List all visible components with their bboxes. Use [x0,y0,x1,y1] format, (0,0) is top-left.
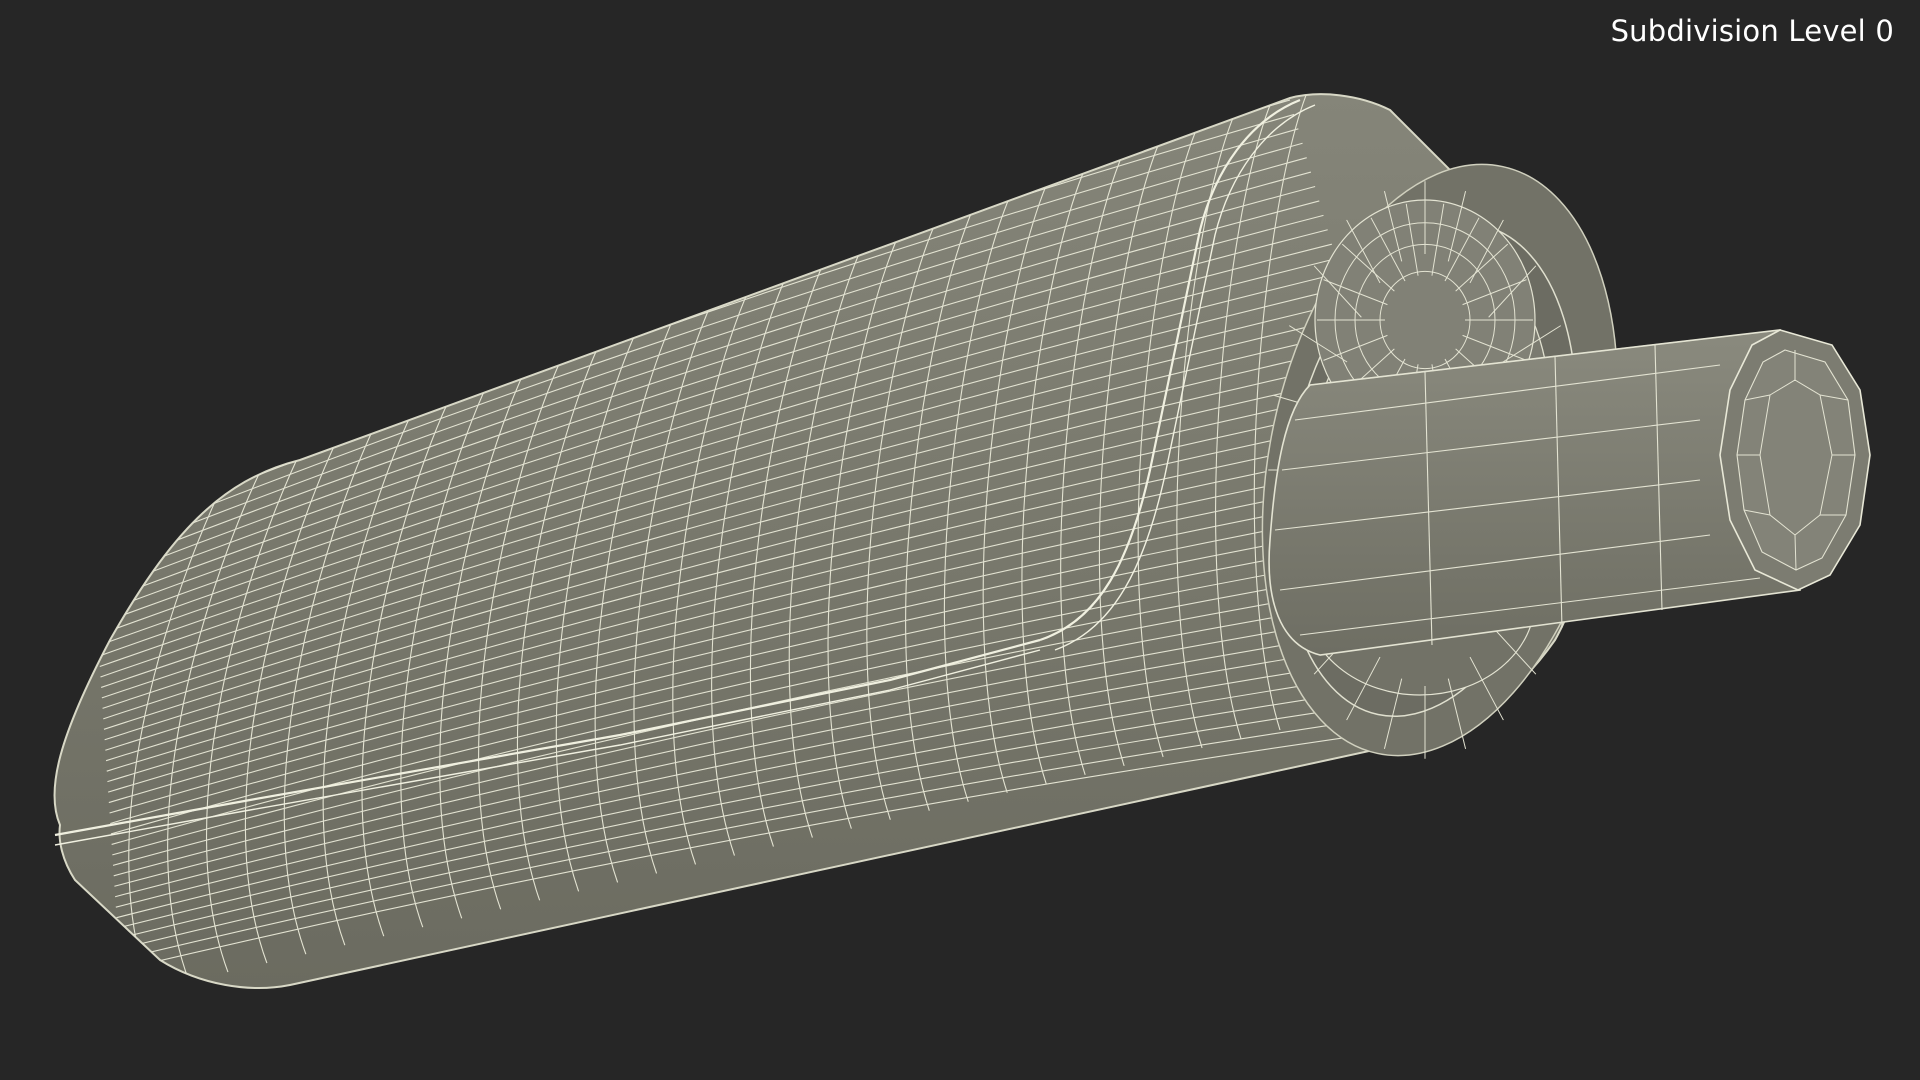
wireframe-model [53,93,1871,989]
render-viewport: Subdivision Level 0 [0,0,1920,1080]
axle-shaft [1268,329,1871,656]
